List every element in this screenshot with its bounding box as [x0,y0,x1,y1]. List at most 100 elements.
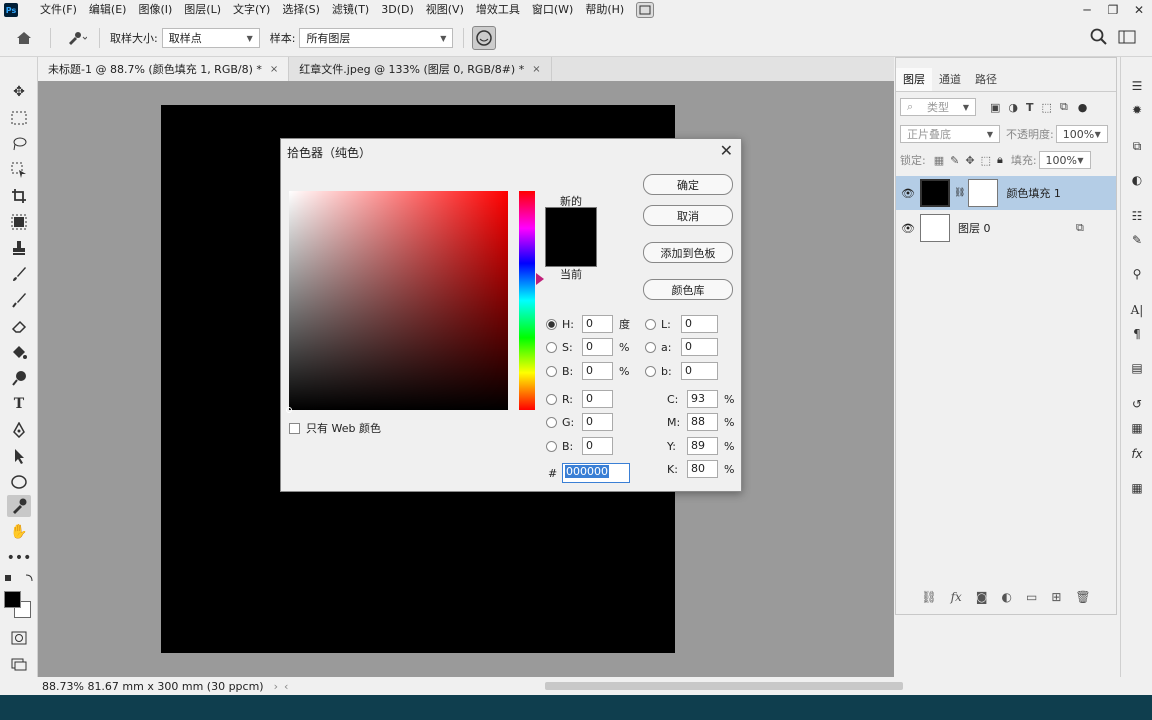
type-filter-icon[interactable]: T [1026,101,1034,114]
ellipse-tool-icon[interactable] [7,471,31,493]
menu-filter[interactable]: 滤镜(T) [326,0,375,20]
eraser-tool-icon[interactable] [7,315,31,337]
healing-brush-icon[interactable] [7,289,31,311]
frame-tool-icon[interactable] [7,211,31,233]
a-radio[interactable] [645,341,656,353]
chevron-left-icon[interactable]: ‹ [284,680,288,693]
paragraph-icon[interactable]: ¶ [1127,325,1147,343]
smart-object-filter-icon[interactable]: ⧉ [1060,100,1068,114]
adjustment-layer-icon[interactable]: ◐ [1001,590,1011,604]
menu-help[interactable]: 帮助(H) [579,0,630,20]
blue-input[interactable]: 0 [582,437,613,455]
lasso-tool-icon[interactable] [7,133,31,155]
tab-channels[interactable]: 通道 [932,68,968,91]
table-icon[interactable]: ▦ [1127,479,1147,497]
saturation-input[interactable]: 0 [582,338,613,356]
red-radio[interactable] [546,393,557,405]
object-select-tool-icon[interactable] [7,159,31,181]
workspace-layout-icon[interactable] [1118,30,1136,47]
hex-input[interactable]: 000000 [562,463,630,483]
adjustments-sun-icon[interactable]: ✹ [1127,101,1147,119]
character-icon[interactable]: A| [1127,301,1147,319]
sampling-ring-icon[interactable] [472,26,497,50]
new-group-icon[interactable]: ▭ [1026,590,1037,604]
swap-colors-icon[interactable] [4,573,34,583]
menu-type[interactable]: 文字(Y) [227,0,276,20]
menu-window[interactable]: 窗口(W) [526,0,579,20]
sample-size-select[interactable]: 取样点 ▼ [161,28,260,48]
styles-icon[interactable]: ⧉ [1127,137,1147,155]
hue-slider-handle-icon[interactable] [535,273,545,288]
sliders-icon[interactable]: ☷ [1127,207,1147,225]
path-select-icon[interactable] [7,445,31,467]
tab-paths[interactable]: 路径 [968,68,1004,91]
brushes-icon[interactable]: ✎ [1127,231,1147,249]
eyedropper-tool-icon[interactable] [7,495,31,517]
saturation-radio[interactable] [546,341,557,353]
lock-paint-icon[interactable]: ✎ [950,154,959,167]
yellow-input[interactable]: 89 [687,437,718,455]
current-color-swatch[interactable] [545,237,597,267]
hue-radio[interactable] [546,318,557,330]
menu-plugins[interactable]: 增效工具 [470,0,526,20]
close-icon[interactable]: × [270,64,278,75]
add-to-swatches-button[interactable]: 添加到色板 [643,242,733,263]
more-tools-icon[interactable]: ••• [7,547,32,569]
delete-layer-icon[interactable]: 🗑︎ [1075,590,1090,604]
home-icon[interactable] [10,26,38,50]
type-tool-icon[interactable]: T [7,393,31,415]
opacity-input[interactable]: 100% ▼ [1055,125,1108,143]
marquee-tool-icon[interactable] [7,107,31,129]
eye-icon[interactable]: 👁︎ [896,222,920,235]
chevron-right-icon[interactable]: › [274,680,278,693]
lightness-input[interactable]: 0 [681,315,718,333]
hue-slider[interactable] [519,191,535,410]
paint-bucket-icon[interactable] [7,341,31,363]
layer-mask-thumbnail[interactable] [968,179,999,207]
eyedropper-preset-icon[interactable] [61,26,93,50]
green-input[interactable]: 0 [582,413,613,431]
close-window-button[interactable]: ✕ [1126,0,1152,20]
eye-icon[interactable]: 👁︎ [896,187,920,200]
cancel-button[interactable]: 取消 [643,205,733,226]
cyan-input[interactable]: 93 [687,390,718,408]
screen-mode-icon[interactable] [7,653,31,675]
close-icon[interactable]: ✕ [720,141,733,160]
link-icon[interactable]: ⛓︎ [954,188,965,198]
menu-image[interactable]: 图像(I) [132,0,178,20]
stamp-tool-icon[interactable] [7,237,31,259]
quick-mask-icon[interactable] [7,627,31,649]
blue-radio[interactable] [546,440,557,452]
magenta-input[interactable]: 88 [687,413,718,431]
foreground-color-swatch[interactable] [4,591,21,608]
tab-seal-file[interactable]: 红章文件.jpeg @ 133% (图层 0, RGB/8#) * × [289,57,552,81]
a-input[interactable]: 0 [681,338,718,356]
green-radio[interactable] [546,416,557,428]
hue-input[interactable]: 0 [582,315,613,333]
adjustment-filter-icon[interactable]: ◑ [1008,101,1018,114]
link-layers-icon[interactable]: ⛓︎ [921,590,936,604]
menu-edit[interactable]: 编辑(E) [83,0,133,20]
close-icon[interactable]: × [532,64,540,75]
blend-mode-select[interactable]: 正片叠底 ▼ [900,125,1000,143]
menu-file[interactable]: 文件(F) [34,0,83,20]
lock-position-icon[interactable]: ✥ [965,154,974,167]
hand-tool-icon[interactable]: ✋ [7,521,31,543]
layer-row[interactable]: 👁︎ 图层 0 ⧉ [896,211,1116,245]
pen-tool-icon[interactable] [7,419,31,441]
layer-filter-select[interactable]: ⌕ 类型 ▼ [900,98,976,116]
web-colors-checkbox[interactable] [289,422,300,434]
brightness-input[interactable]: 0 [582,362,613,380]
menu-layer[interactable]: 图层(L) [178,0,227,20]
b-input[interactable]: 0 [681,362,718,380]
tab-layers[interactable]: 图层 [896,68,932,91]
horizontal-scrollbar[interactable] [545,682,903,690]
new-layer-icon[interactable]: ⊞ [1051,590,1061,604]
filter-toggle-icon[interactable]: ● [1078,101,1088,114]
dodge-tool-icon[interactable] [7,367,31,389]
lock-transparency-icon[interactable]: ▦ [934,154,944,167]
color-libraries-button[interactable]: 颜色库 [643,279,733,300]
grid-icon[interactable]: ▦ [1127,419,1147,437]
workspace-icon[interactable] [636,2,655,18]
color-selector-ring[interactable] [286,407,292,413]
